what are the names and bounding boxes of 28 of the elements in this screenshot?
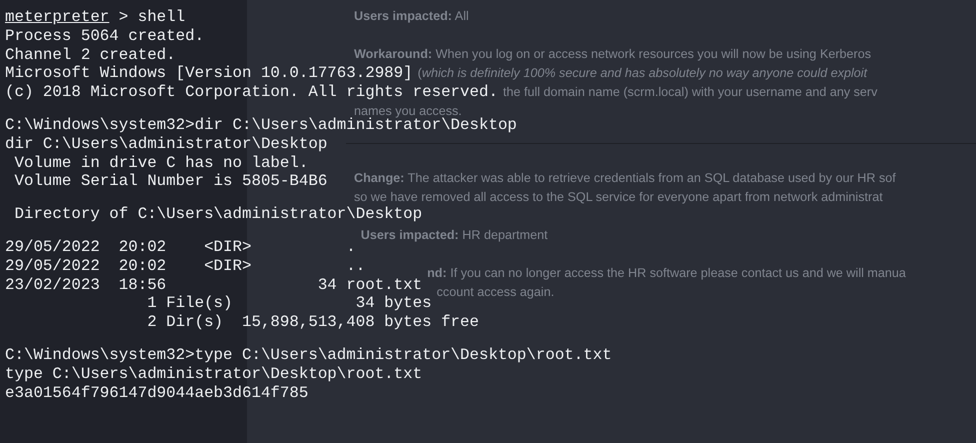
- document-text: Change: The attacker was able to retrieve credentials from an SQL database used by our HR sof: [354, 172, 896, 185]
- terminal-prompt: meterpreter > shell: [5, 10, 186, 24]
- terminal-line: dir C:\Users\administrator\Desktop: [5, 136, 328, 151]
- terminal-line: Channel 2 created.: [5, 48, 176, 62]
- document-text: (which is definitely 100% secure and has absolutely no way anyone could exploit: [418, 67, 868, 80]
- terminal-line: type C:\Users\administrator\Desktop\root.txt: [5, 366, 422, 381]
- document-text: nd: If you can no longer access the HR software please contact us and we will manua: [427, 267, 906, 280]
- terminal-line: Directory of C:\Users\administrator\Desktop: [13, 207, 422, 222]
- terminal-line: C:\Windows\system32>dir C:\Users\administrator\Desktop: [5, 118, 517, 132]
- document-text: Users impacted: HR department: [360, 229, 548, 242]
- terminal-line: Volume in drive C has no label.: [13, 156, 308, 170]
- terminal-line: C:\Windows\system32>type C:\Users\administrator\Desktop\root.txt: [5, 348, 612, 362]
- terminal-line: e3a01564f796147d9044aeb3d614f785: [5, 386, 308, 400]
- document-text: Workaround: When you log on or access network resources you will now be using Kerberos: [354, 48, 872, 61]
- terminal-line: (c) 2018 Microsoft Corporation. All rights reserved.: [5, 85, 498, 100]
- terminal-line: Volume Serial Number is 5805-B4B6: [13, 174, 328, 188]
- terminal-line: 29/05/2022 20:02 <DIR> .: [5, 240, 356, 254]
- document-text: ccount access again.: [436, 286, 554, 299]
- document-text: names you access.: [354, 105, 462, 118]
- document-text: so we have removed all access to the SQL service for everyone apart from network administrat: [354, 191, 883, 204]
- document-text: Users impacted: All: [354, 10, 469, 23]
- terminal-line: 2 Dir(s) 15,898,513,408 bytes free: [146, 315, 479, 330]
- document-text: the full domain name (scrm.local) with your username and any serv: [502, 86, 878, 99]
- terminal-line: Microsoft Windows [Version 10.0.17763.2989]: [5, 66, 413, 80]
- terminal-line: Process 5064 created.: [5, 28, 204, 43]
- terminal-line: 1 File(s) 34 bytes: [146, 296, 432, 310]
- terminal-line: 29/05/2022 20:02 <DIR> ..: [5, 258, 366, 273]
- terminal-line: 23/02/2023 18:56 34 root.txt: [5, 278, 422, 292]
